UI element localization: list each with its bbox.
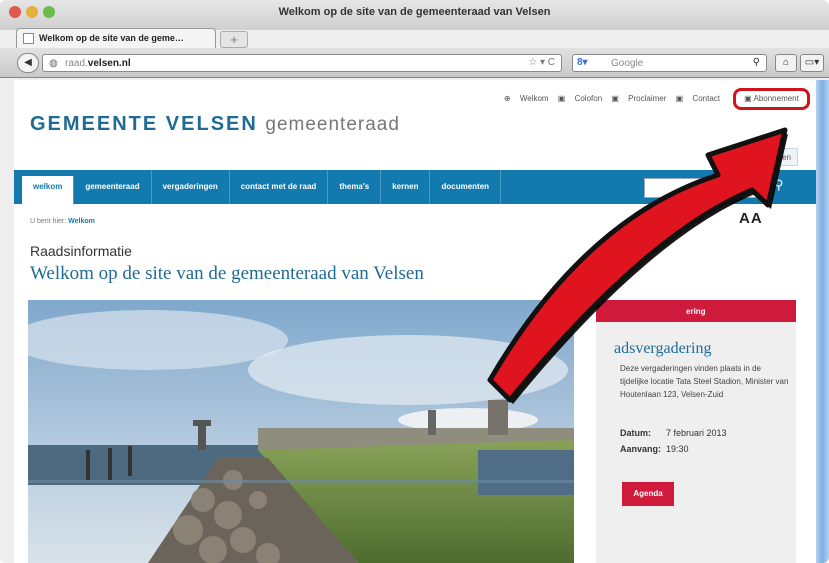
login-button[interactable]: Inloggen <box>730 148 798 166</box>
site-search-icon[interactable]: ⚲ <box>774 177 784 193</box>
tab-label: Welkom op de site van de geme… <box>39 33 184 43</box>
meeting-date: Datum: 7 februari 2013 <box>620 428 727 438</box>
reload-icon[interactable]: ☆ ▾ C <box>528 57 555 68</box>
top-link-proclaimer[interactable]: ▣ Proclaimer <box>611 94 666 103</box>
window-title: Welkom op de site van de gemeenteraad va… <box>278 6 551 18</box>
main-navigation: welkom gemeenteraad vergaderingen contac… <box>14 170 816 204</box>
breadcrumb-current[interactable]: Welkom <box>68 218 95 225</box>
meeting-title[interactable]: adsvergadering <box>614 340 711 358</box>
back-button[interactable]: ◀ <box>17 53 39 73</box>
search-box[interactable]: 8▾ Google ⚲ <box>572 54 767 72</box>
breadcrumb: U bent hier: Welkom <box>30 218 95 225</box>
nav-themas[interactable]: thema's <box>328 170 382 204</box>
agenda-button[interactable]: Agenda <box>622 482 674 506</box>
sidebar-header: ering <box>596 300 796 322</box>
web-page: ⊕ Welkom ▣ Colofon ▣ Proclaimer ▣ Contac… <box>14 80 816 563</box>
nav-kernen[interactable]: kernen <box>381 170 431 204</box>
nav-contact-met-de-raad[interactable]: contact met de raad <box>230 170 329 204</box>
nav-gemeenteraad[interactable]: gemeenteraad <box>74 170 152 204</box>
vertical-scrollbar[interactable] <box>816 80 829 563</box>
address-bar[interactable]: ◍ raad.velsen.nl ☆ ▾ C <box>42 54 562 72</box>
home-button[interactable]: ⌂ <box>775 54 797 72</box>
meeting-start: Aanvang: 19:30 <box>620 444 689 454</box>
title-bar: Welkom op de site van de gemeenteraad va… <box>0 0 829 30</box>
top-link-contact[interactable]: ▣ Contact <box>676 94 720 103</box>
top-link-welkom[interactable]: ⊕ Welkom <box>504 94 549 103</box>
new-tab-button[interactable]: + <box>220 31 248 48</box>
nav-documenten[interactable]: documenten <box>430 170 502 204</box>
url-prefix: raad. <box>65 58 88 69</box>
meeting-description: Deze vergaderingen vinden plaats in de t… <box>620 364 789 399</box>
abonnement-link[interactable]: ▣ Abonnement <box>733 88 810 110</box>
favicon-icon <box>23 33 34 44</box>
menu-button[interactable]: ▭▾ <box>800 54 824 72</box>
harbour-photo <box>28 300 574 563</box>
navigation-toolbar: ◀ ◍ raad.velsen.nl ☆ ▾ C 8▾ Google ⚲ ⌂ ▭… <box>0 48 829 78</box>
url-domain: velsen.nl <box>87 58 131 69</box>
search-placeholder: Google <box>611 58 644 69</box>
browser-window: Welkom op de site van de gemeenteraad va… <box>0 0 829 563</box>
site-logo[interactable]: GEMEENTE VELSEN gemeenteraad <box>30 113 400 136</box>
search-engine-icon[interactable]: 8▾ <box>577 57 588 68</box>
nav-vergaderingen[interactable]: vergaderingen <box>152 170 230 204</box>
nav-welkom[interactable]: welkom <box>22 176 75 204</box>
top-links: ⊕ Welkom ▣ Colofon ▣ Proclaimer ▣ Contac… <box>14 94 804 103</box>
browser-tab[interactable]: Welkom op de site van de geme… <box>16 28 216 49</box>
site-search-input[interactable] <box>644 178 772 198</box>
search-icon[interactable]: ⚲ <box>753 57 760 68</box>
page-subtitle: Raadsinformatie <box>30 243 132 259</box>
font-size-control[interactable]: AA <box>739 210 763 227</box>
page-title: Welkom op de site van de gemeenteraad va… <box>30 263 424 284</box>
top-link-colofon[interactable]: ▣ Colofon <box>558 94 602 103</box>
meeting-sidebar: ering adsvergadering Deze vergaderingen … <box>596 300 796 563</box>
globe-icon: ◍ <box>49 58 58 69</box>
